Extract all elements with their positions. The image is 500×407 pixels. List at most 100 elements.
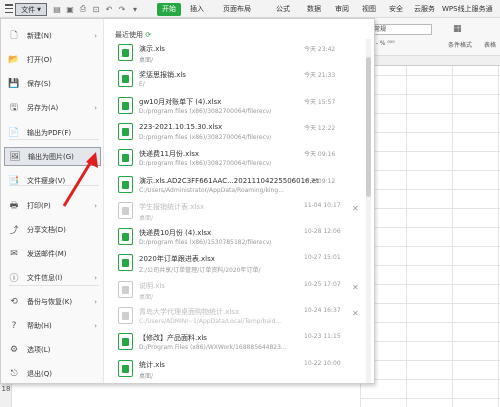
- undo-icon[interactable]: ↶: [104, 4, 114, 14]
- separator: [9, 139, 99, 140]
- sidebar-item-label: 选项(L): [27, 345, 51, 354]
- recent-file-item[interactable]: 青岛大学代理桌面购物统计.xlsx C:/Users/ADMINI~1/AppDa…: [114, 304, 364, 332]
- file-name: 演示.xls.AD2C3FF661AAC...20211104225506016…: [139, 176, 319, 185]
- table-style-button[interactable]: 表格: [484, 40, 496, 49]
- file-time: 今天 23:42: [304, 46, 336, 53]
- sidebar-item-label: 分享文档(D): [27, 225, 66, 234]
- backup-icon: ⟲: [10, 296, 18, 307]
- tab-wps-online[interactable]: WPS线上服务通: [442, 3, 500, 16]
- tab-cloud[interactable]: 云服务: [414, 3, 435, 16]
- spreadsheet-file-icon: [118, 149, 133, 167]
- number-format-value: 常规: [374, 26, 387, 33]
- open-icon[interactable]: ▤: [52, 4, 62, 14]
- recent-file-item[interactable]: 学生报销统计表.xlsx 桌面/11-04 10:17 ✕: [114, 199, 364, 227]
- sidebar-item-label: 退出(Q): [27, 369, 52, 378]
- sidebar-item-mail[interactable]: ✉ 发送邮件(M): [4, 244, 101, 263]
- file-time: 今天 12:22: [304, 124, 336, 132]
- spreadsheet-file-icon: [118, 175, 133, 193]
- file-name: 快递费10月份 (4).xlsx: [139, 229, 212, 238]
- spreadsheet-file-icon: [118, 333, 133, 351]
- tab-data[interactable]: 数据: [307, 3, 321, 16]
- recent-file-item[interactable]: 说明.xls 桌面/10-25 17:07 ✕: [114, 278, 364, 306]
- tab-start[interactable]: 开始: [157, 3, 181, 16]
- spreadsheet-file-icon: [118, 201, 133, 219]
- recent-file-item[interactable]: 【修改】产品面料.xls D:/Program Files (x86)/WXWor…: [114, 330, 364, 358]
- sidebar-item-label: 文件信息(I): [27, 273, 63, 282]
- file-time: 10-23 11:15: [304, 333, 341, 341]
- save-icon[interactable]: ▣: [65, 4, 75, 14]
- file-path: 桌面/: [139, 372, 154, 380]
- conditional-format-button[interactable]: 条件格式: [448, 40, 472, 49]
- recent-file-item[interactable]: 快递费10月份 (4).xlsx D:/program files (x86)/1…: [114, 225, 364, 253]
- image-icon: 🖼: [9, 151, 21, 162]
- tab-page-layout[interactable]: 页面布局: [223, 3, 251, 16]
- sidebar-item-label: 输出为PDF(F): [27, 128, 72, 137]
- sidebar-item-options[interactable]: ⚙ 选项(L): [4, 340, 101, 359]
- recent-file-item[interactable]: 快递费11月份.xlsx D:/program files (x86)/30827…: [114, 146, 364, 174]
- menu-icon[interactable]: [5, 4, 13, 13]
- scrollbar-thumb[interactable]: [366, 57, 371, 197]
- recent-file-item[interactable]: 演示.xls 桌面/今天 23:42: [114, 41, 364, 69]
- file-path: D:/Program Files (x86)/WXWork/1688856448…: [139, 344, 287, 352]
- chevron-down-icon: ▼: [37, 6, 41, 13]
- sidebar-item-exit[interactable]: ⎋ 退出(Q): [4, 364, 101, 383]
- spreadsheet-file-icon: [118, 228, 133, 246]
- file-time: 10-22 10:00: [304, 359, 341, 367]
- chevron-right-icon: ›: [94, 273, 97, 282]
- sidebar-item-save-as[interactable]: 🖫 另存为(A) ›: [4, 98, 101, 117]
- sidebar-item-help[interactable]: ? 帮助(H) ›: [4, 316, 101, 335]
- customize-icon[interactable]: ▾: [130, 4, 140, 14]
- annotation-arrow-icon: [62, 152, 98, 207]
- tab-insert[interactable]: 插入: [190, 3, 204, 16]
- recent-file-item[interactable]: 2020年订单跟进表.xlsx Z:/公司共享/订单管理/订单资料/2020年订单…: [114, 251, 364, 279]
- file-path: D:/program files (x86)/3082700064/filere…: [139, 160, 272, 168]
- tab-review[interactable]: 审阅: [335, 3, 349, 16]
- file-name: 奖惩思报销.xls: [139, 71, 186, 80]
- preview-icon[interactable]: ⊡: [91, 4, 101, 14]
- file-path: D:/program files (x86)/3082700064/filere…: [139, 107, 272, 115]
- tab-formula[interactable]: 公式: [276, 3, 290, 16]
- sidebar-item-new-file[interactable]: 🗋 新建(N) ›: [4, 26, 101, 45]
- print-icon[interactable]: ⎙: [78, 4, 88, 14]
- file-menu-label: 文件: [21, 5, 36, 14]
- file-time: 10-27 15:01: [304, 254, 341, 262]
- redo-icon[interactable]: ↷: [117, 4, 127, 14]
- recent-file-item[interactable]: 统计.xls 桌面/10-22 10:00: [114, 357, 364, 385]
- file-path: D:/program files (x86)/3082700064/filere…: [139, 133, 272, 141]
- info-icon: ⓘ: [9, 274, 19, 284]
- spreadsheet-file-icon: [118, 70, 133, 88]
- number-format-select[interactable]: 常规: [370, 24, 432, 35]
- file-path: 桌面/: [139, 214, 154, 222]
- scrollbar[interactable]: [366, 39, 371, 383]
- sidebar-item-share[interactable]: ⤴ 分享文档(D): [4, 220, 101, 239]
- mail-icon: ✉: [10, 248, 18, 259]
- sidebar-item-save[interactable]: 💾 保存(S): [4, 74, 101, 93]
- recent-file-item[interactable]: 奖惩思报销.xls E/今天 21:33: [114, 67, 364, 95]
- tab-security[interactable]: 安全: [389, 3, 403, 16]
- close-icon[interactable]: ✕: [352, 204, 359, 213]
- file-time: 今天 09:12: [304, 177, 336, 185]
- recent-file-item[interactable]: 223-2021.10.15.30.xlsx D:/program files (…: [114, 120, 364, 148]
- file-menu-button[interactable]: 文件 ▼: [15, 3, 47, 16]
- file-time: 今天 21:33: [304, 72, 336, 80]
- file-name: 快递费11月份.xlsx: [139, 150, 200, 159]
- close-icon[interactable]: ✕: [352, 309, 359, 318]
- file-time: 今天 09:16: [304, 151, 336, 159]
- spreadsheet-grid[interactable]: [360, 56, 500, 407]
- close-icon[interactable]: ✕: [352, 283, 359, 292]
- column-header: [360, 56, 500, 66]
- recent-file-item[interactable]: 演示.xls.AD2C3FF661AAC...20211104225506016…: [114, 173, 364, 201]
- tab-view[interactable]: 视图: [362, 3, 376, 16]
- chevron-right-icon: ›: [94, 31, 97, 40]
- save-as-icon: 🖫: [10, 102, 18, 113]
- conditional-format-icon[interactable]: ▦: [453, 24, 462, 34]
- file-time: 11-04 10:17: [304, 201, 341, 209]
- sidebar-item-open-folder[interactable]: 📂 打开(O): [4, 50, 101, 69]
- file-name: 223-2021.10.15.30.xlsx: [139, 122, 223, 131]
- sidebar-item-label: 新建(N): [27, 31, 52, 40]
- refresh-icon[interactable]: ⟳: [145, 31, 151, 39]
- file-path: C:/Users/Administrator/AppData/Roaming/k…: [139, 186, 284, 194]
- spreadsheet-file-icon: [118, 307, 133, 324]
- recent-file-item[interactable]: gw10月对账单下 (4).xlsx D:/program files (x86)…: [114, 94, 364, 122]
- sidebar-item-backup[interactable]: ⟲ 备份与恢复(K) ›: [4, 292, 101, 311]
